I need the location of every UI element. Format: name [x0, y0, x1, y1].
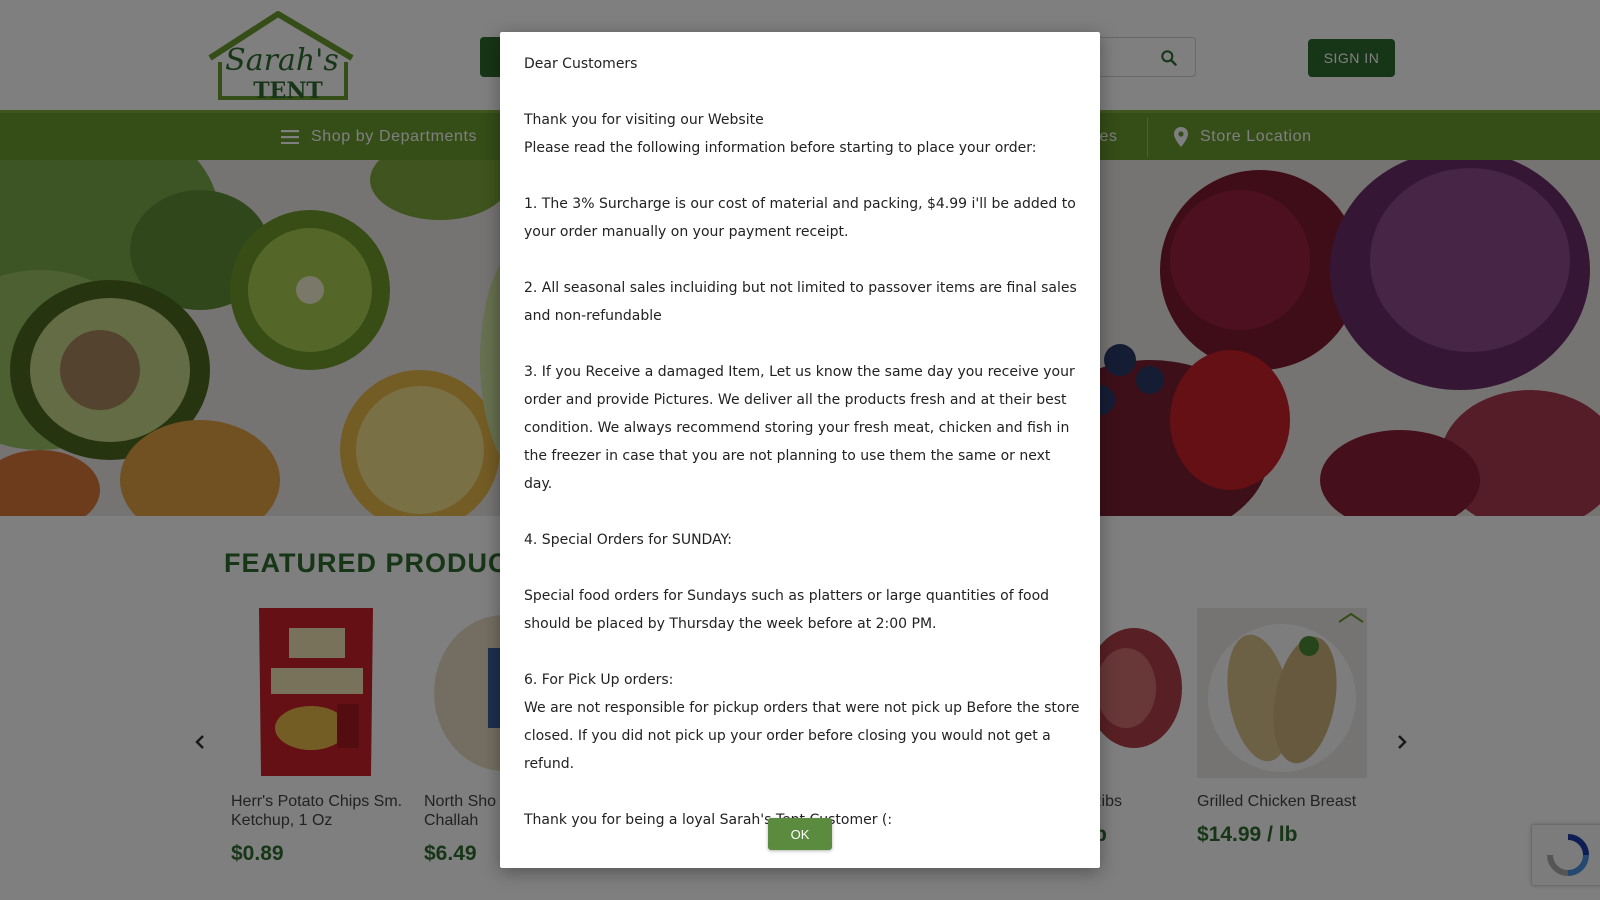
notice-modal: Dear Customers Thank you for visiting ou… [500, 32, 1100, 868]
modal-item-6: 6. For Pick Up orders: [524, 672, 674, 688]
modal-greeting: Dear Customers [524, 56, 638, 72]
modal-item-2: 2. All seasonal sales incluiding but not… [524, 280, 1077, 324]
modal-body: Dear Customers Thank you for visiting ou… [524, 50, 1080, 834]
modal-item-4: 4. Special Orders for SUNDAY: [524, 532, 732, 548]
modal-item-3: 3. If you Receive a damaged Item, Let us… [524, 364, 1075, 492]
modal-item-6-detail: We are not responsible for pickup orders… [524, 700, 1080, 772]
modal-item-4-detail: Special food orders for Sundays such as … [524, 588, 1050, 632]
modal-line: Thank you for visiting our Website [524, 112, 764, 128]
modal-item-1: 1. The 3% Surcharge is our cost of mater… [524, 196, 1076, 240]
modal-line: Please read the following information be… [524, 140, 1037, 156]
ok-button[interactable]: OK [768, 818, 832, 850]
